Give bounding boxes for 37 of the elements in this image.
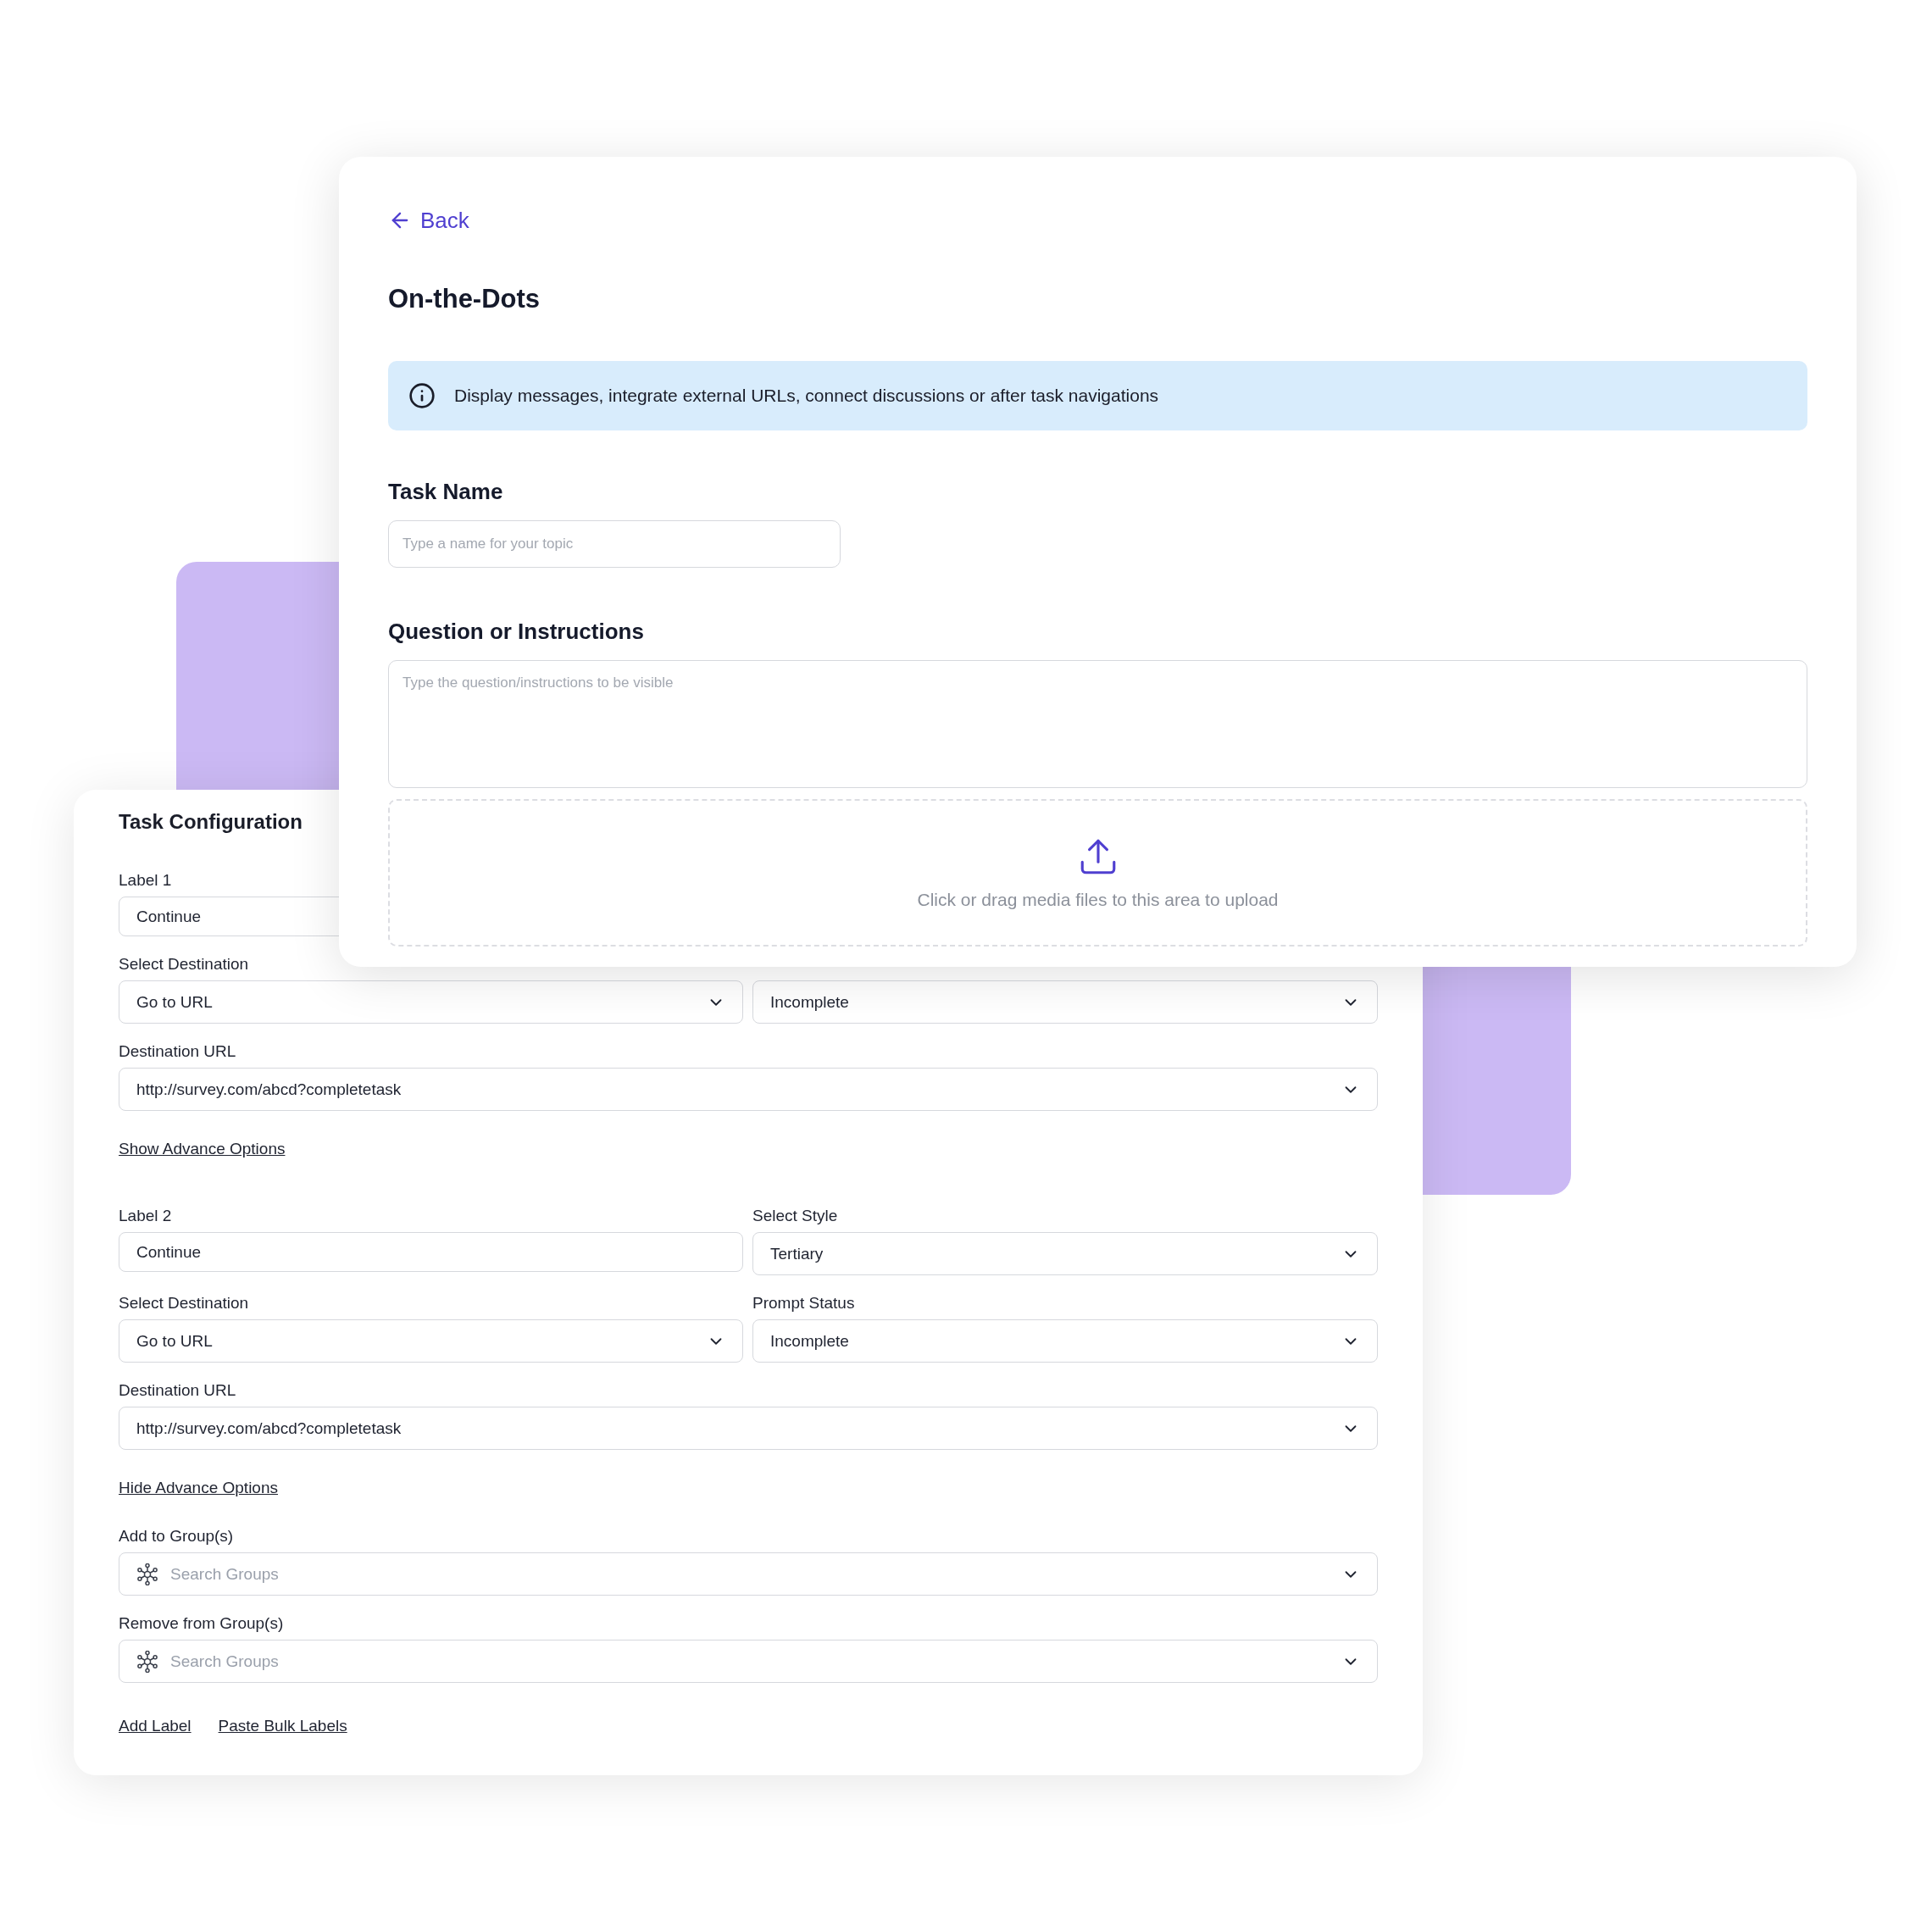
network-icon xyxy=(136,1650,158,1673)
dropdown[interactable]: Incomplete xyxy=(752,980,1378,1024)
question-field[interactable]: Type the question/instructions to be visible xyxy=(388,660,1807,788)
card-title: Task Configuration xyxy=(119,809,303,835)
group-search-field[interactable]: Search Groups xyxy=(119,1552,1378,1596)
task-name-field[interactable]: Type a name for your topic xyxy=(388,520,841,568)
dropdown[interactable]: Go to URL xyxy=(119,1319,743,1363)
back-link[interactable]: Back xyxy=(388,208,469,233)
field-label: Add to Group(s) xyxy=(119,1527,235,1546)
toggle-link[interactable]: Hide Advance Options xyxy=(119,1479,278,1497)
field-label: Select Style xyxy=(752,1207,839,1225)
field-label: Select Destination xyxy=(119,1294,250,1313)
field-label: Prompt Status xyxy=(752,1294,856,1313)
field-label: Remove from Group(s) xyxy=(119,1614,285,1633)
section-label: Task Name xyxy=(388,479,504,504)
dropdown[interactable]: Incomplete xyxy=(752,1319,1378,1363)
section-label: Question or Instructions xyxy=(388,619,645,644)
action-link[interactable]: Paste Bulk Labels xyxy=(218,1717,347,1735)
dropdown[interactable]: Tertiary xyxy=(752,1232,1378,1275)
dropdown[interactable]: Go to URL xyxy=(119,980,743,1024)
search-input[interactable]: Search Groups xyxy=(169,1563,1331,1585)
field-label: Select Destination xyxy=(119,955,250,974)
dropdown[interactable]: http://survey.com/abcd?completetask xyxy=(119,1407,1378,1450)
toggle-link[interactable]: Show Advance Options xyxy=(119,1140,286,1158)
info-icon xyxy=(408,382,436,409)
banner-text: Display messages, integrate external URLs, connect discussions or after task navigations xyxy=(454,386,1159,406)
network-icon xyxy=(136,1563,158,1585)
field-label: Label 1 xyxy=(119,871,173,890)
group-search-field[interactable]: Search Groups xyxy=(119,1640,1378,1683)
field-label: Destination URL xyxy=(119,1042,237,1061)
action-link[interactable]: Add Label xyxy=(119,1717,192,1735)
field-label: Label 2 xyxy=(119,1207,173,1225)
field-label: Destination URL xyxy=(119,1381,237,1400)
page-title: On-the-Dots xyxy=(388,284,541,314)
search-input[interactable]: Search Groups xyxy=(169,1651,1331,1672)
dropdown[interactable]: http://survey.com/abcd?completetask xyxy=(119,1068,1378,1111)
text-field[interactable]: Continue xyxy=(119,1232,743,1272)
